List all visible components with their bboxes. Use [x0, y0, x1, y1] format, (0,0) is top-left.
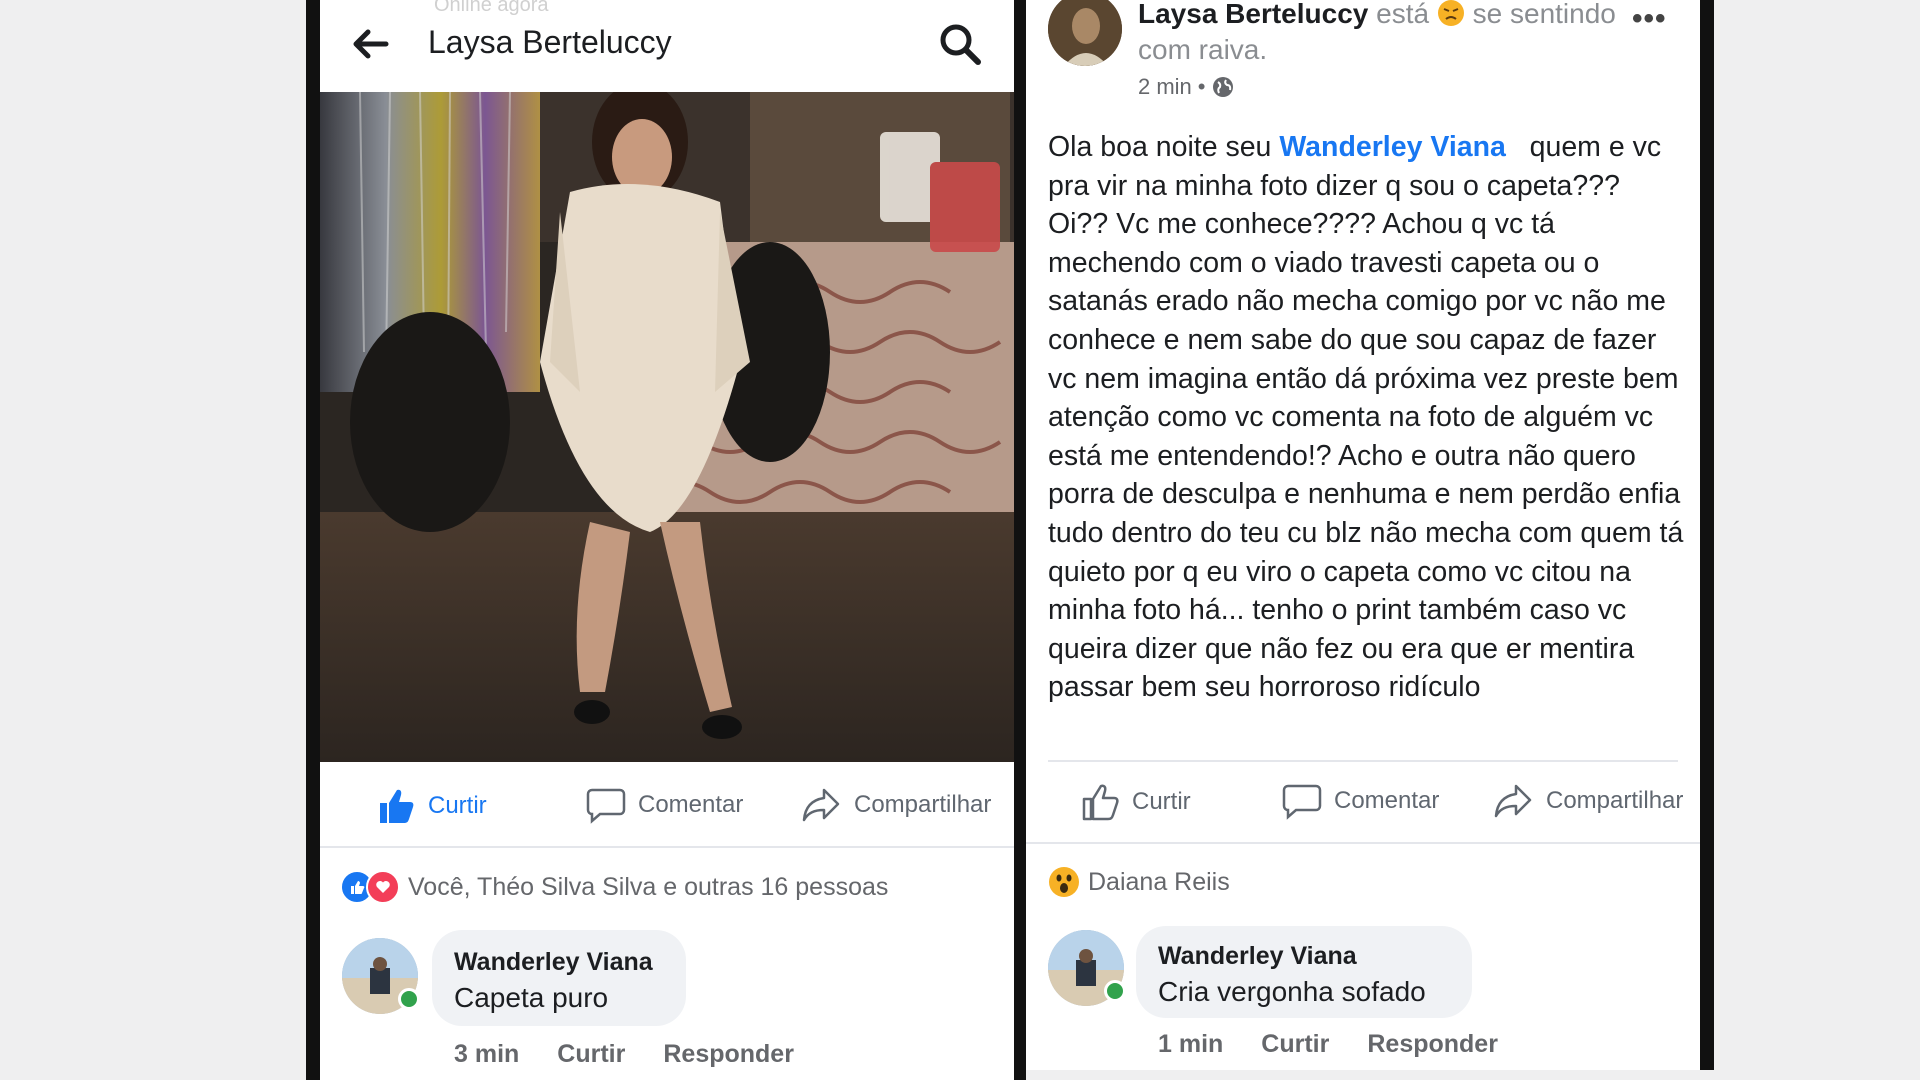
comment-author[interactable]: Wanderley Viana	[454, 948, 653, 977]
comment-time: 1 min	[1158, 1030, 1224, 1058]
reaction-user: Daiana Reiis	[1088, 867, 1230, 896]
post-body: Ola boa noite seu Wanderley Viana quem e…	[1048, 128, 1688, 707]
share-arrow-icon	[802, 788, 840, 822]
middle-frame-edge	[1014, 0, 1026, 1080]
actions-divider	[1026, 842, 1700, 844]
back-arrow-icon[interactable]	[350, 26, 390, 62]
left-screenshot: Online agora Laysa Berteluccy Curtir Com…	[320, 0, 1014, 1080]
reactions-text: Você, Théo Silva Silva e outras 16 pesso…	[408, 872, 889, 901]
comment-text: Capeta puro	[454, 982, 609, 1013]
comment-meta: 1 min Curtir Responder	[1158, 1030, 1498, 1059]
speech-bubble-icon	[1282, 784, 1322, 820]
online-indicator	[398, 988, 420, 1010]
reactions-summary[interactable]: Você, Théo Silva Silva e outras 16 pesso…	[340, 870, 888, 904]
photo-header: Online agora Laysa Berteluccy	[320, 0, 1014, 92]
comment-reply-link[interactable]: Responder	[663, 1040, 794, 1069]
comment-label: Comentar	[1334, 787, 1440, 814]
post-photo[interactable]	[320, 92, 1014, 762]
like-button[interactable]: Curtir	[376, 786, 487, 826]
more-options-icon[interactable]: •••	[1632, 2, 1667, 36]
comment-author[interactable]: Wanderley Viana	[1158, 942, 1357, 971]
comment-time: 3 min	[454, 1040, 520, 1068]
comment-like-link[interactable]: Curtir	[1261, 1030, 1329, 1059]
like-button[interactable]: Curtir	[1080, 782, 1191, 822]
online-indicator	[1104, 980, 1126, 1002]
party-photo-image	[320, 92, 1014, 762]
love-reaction-icon	[366, 870, 400, 904]
body-divider	[1048, 760, 1678, 762]
left-frame-edge	[306, 0, 320, 1080]
comment-meta: 3 min Curtir Responder	[454, 1040, 794, 1069]
post-greeting: Ola boa noite seu	[1048, 131, 1272, 163]
share-button[interactable]: Compartilhar	[1492, 782, 1683, 820]
comment-bubble[interactable]: Wanderley Viana Capeta puro	[432, 930, 686, 1026]
feeling-prefix: está	[1376, 0, 1430, 29]
post-text: quem e vc pra vir na minha foto dizer q …	[1048, 131, 1684, 704]
online-status: Online agora	[434, 0, 549, 16]
post-author-name[interactable]: Laysa Berteluccy	[1138, 0, 1368, 29]
reactions-summary[interactable]: Daiana Reiis	[1048, 866, 1230, 898]
post-timestamp: 2 min •	[1138, 74, 1234, 100]
page-title: Laysa Berteluccy	[428, 24, 672, 60]
share-arrow-icon	[1494, 784, 1532, 818]
comment-button[interactable]: Comentar	[586, 786, 743, 824]
comment-label: Comentar	[638, 791, 744, 818]
like-label: Curtir	[428, 792, 487, 819]
post-author-line: Laysa Berteluccy está se sentindo com ra…	[1138, 0, 1658, 68]
speech-bubble-icon	[586, 788, 626, 824]
actions-divider	[320, 846, 1014, 848]
thumbs-up-filled-icon	[380, 789, 414, 823]
comment-like-link[interactable]: Curtir	[557, 1040, 625, 1069]
share-label: Compartilhar	[854, 791, 992, 818]
share-label: Compartilhar	[1546, 787, 1684, 814]
comment-button[interactable]: Comentar	[1282, 782, 1439, 820]
mention-link[interactable]: Wanderley Viana	[1279, 131, 1506, 163]
thumbs-up-icon	[1082, 784, 1119, 821]
search-icon[interactable]	[938, 22, 982, 66]
post-time-text[interactable]: 2 min	[1138, 74, 1192, 100]
globe-icon	[1212, 77, 1233, 97]
wow-reaction-icon	[1049, 867, 1079, 897]
share-button[interactable]: Compartilhar	[800, 786, 991, 824]
comment-reply-link[interactable]: Responder	[1367, 1030, 1498, 1059]
author-avatar[interactable]	[1048, 0, 1122, 66]
like-label: Curtir	[1132, 788, 1191, 815]
comment-text: Cria vergonha sofado	[1158, 976, 1426, 1007]
right-frame-edge	[1700, 0, 1714, 1070]
angry-face-icon	[1437, 0, 1464, 26]
right-screenshot: Laysa Berteluccy está se sentindo com ra…	[1026, 0, 1700, 1070]
comment-bubble[interactable]: Wanderley Viana Cria vergonha sofado	[1136, 926, 1472, 1018]
